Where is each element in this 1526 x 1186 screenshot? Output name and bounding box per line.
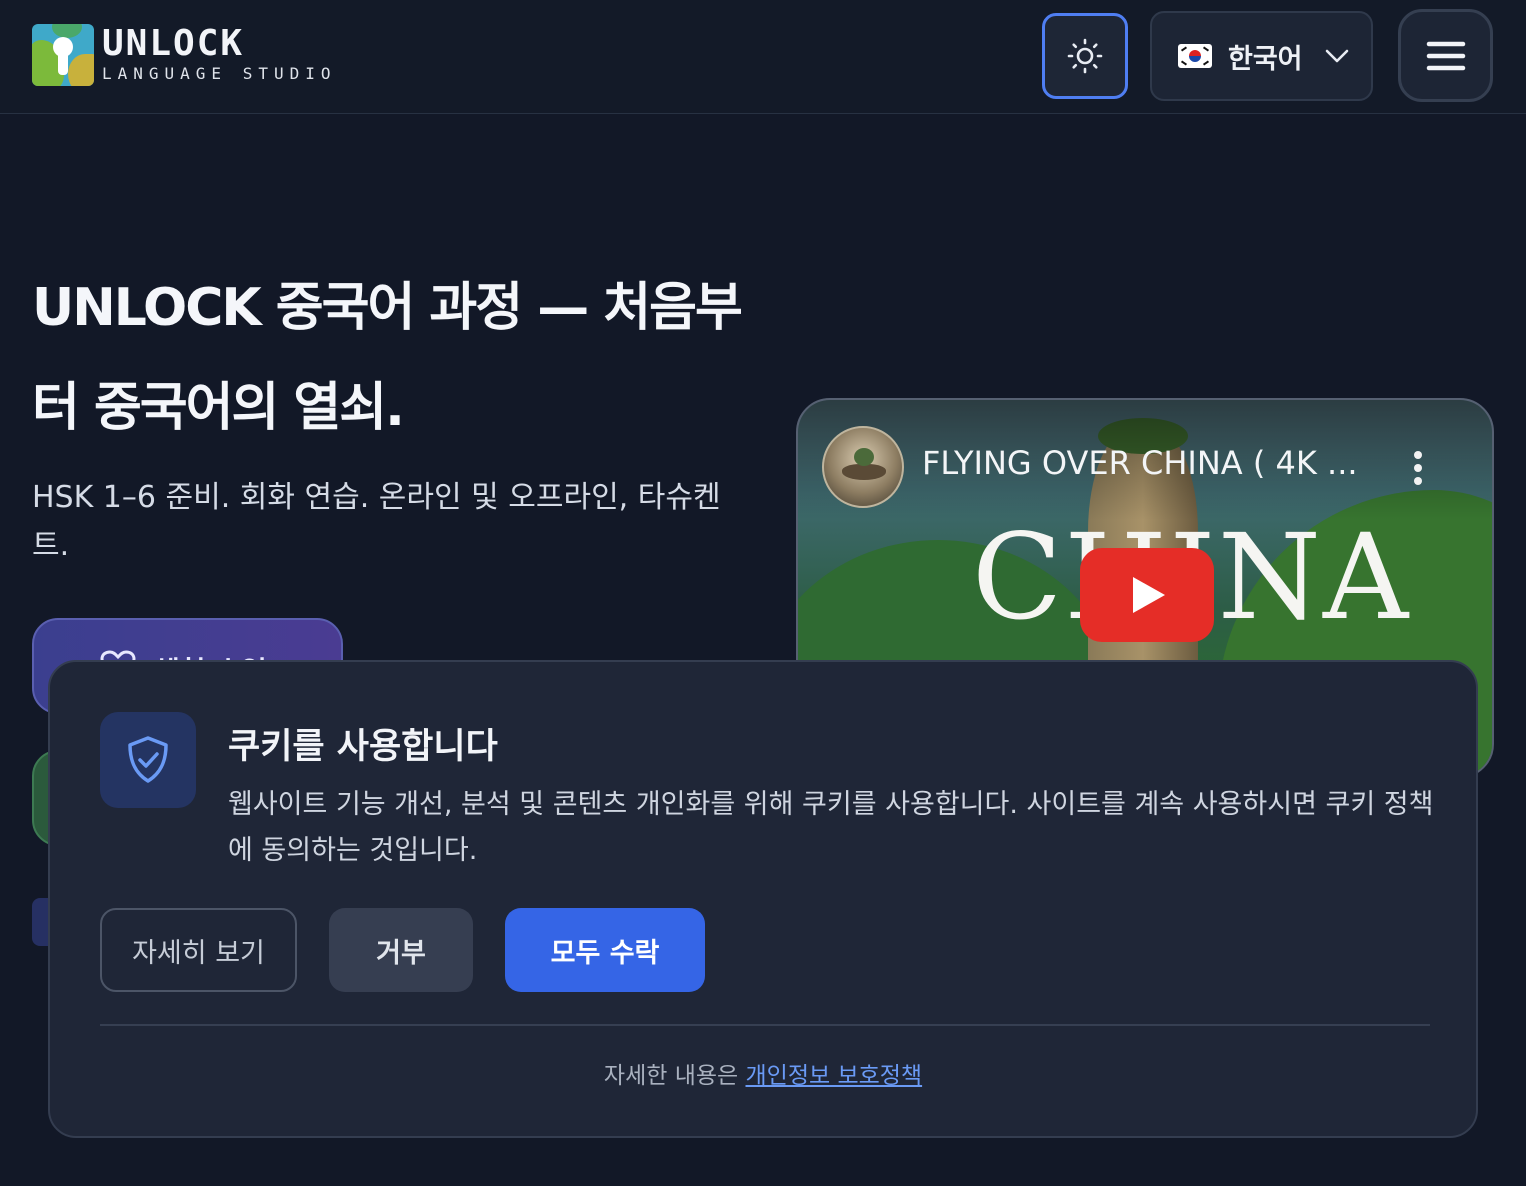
logo-title: UNLOCK bbox=[102, 23, 245, 64]
cookie-accept-all-button[interactable]: 모두 수락 bbox=[505, 908, 705, 992]
hero-subtitle: HSK 1–6 준비. 회화 연습. 온라인 및 오프라인, 타슈켄트. bbox=[32, 480, 721, 563]
logo-keyhole-icon bbox=[32, 24, 94, 86]
language-selector[interactable]: 한국어 bbox=[1150, 11, 1373, 101]
privacy-note: 자세한 내용은 개인정보 보호정책 bbox=[50, 1056, 1476, 1090]
privacy-prefix: 자세한 내용은 bbox=[603, 1063, 746, 1089]
language-label: 한국어 bbox=[1228, 43, 1303, 75]
privacy-policy-link[interactable]: 개인정보 보호정책 bbox=[746, 1063, 923, 1089]
sun-icon bbox=[1067, 38, 1103, 74]
play-button[interactable] bbox=[1080, 548, 1214, 642]
cookie-title: 쿠키를 사용합니다 bbox=[228, 727, 498, 767]
play-icon bbox=[1133, 577, 1165, 613]
logo[interactable]: UNLOCK LANGUAGE STUDIO bbox=[32, 24, 337, 86]
more-vertical-icon[interactable] bbox=[1412, 450, 1424, 486]
cookie-banner: 쿠키를 사용합니다 웹사이트 기능 개선, 분석 및 콘텐츠 개인화를 위해 쿠… bbox=[48, 660, 1478, 1138]
menu-icon bbox=[1426, 41, 1465, 70]
hero-title: UNLOCK 중국어 과정 — 처음부터 중국어의 열쇠. bbox=[32, 278, 743, 438]
site-header: UNLOCK LANGUAGE STUDIO 한국어 bbox=[0, 0, 1526, 114]
cookie-details-button[interactable]: 자세히 보기 bbox=[100, 908, 297, 992]
channel-avatar[interactable] bbox=[822, 426, 904, 508]
divider bbox=[100, 1024, 1430, 1026]
chevron-down-icon bbox=[1325, 49, 1348, 63]
cookie-description: 웹사이트 기능 개선, 분석 및 콘텐츠 개인화를 위해 쿠키를 사용합니다. … bbox=[228, 789, 1434, 866]
logo-subtitle: LANGUAGE STUDIO bbox=[102, 64, 337, 83]
shield-check-icon bbox=[128, 736, 168, 783]
theme-toggle-button[interactable] bbox=[1042, 13, 1128, 99]
shield-container bbox=[100, 712, 196, 808]
cookie-decline-button[interactable]: 거부 bbox=[329, 908, 473, 992]
menu-button[interactable] bbox=[1398, 9, 1493, 102]
video-title[interactable]: FLYING OVER CHINA ( 4K ... bbox=[922, 444, 1372, 482]
korea-flag-icon bbox=[1178, 44, 1212, 68]
